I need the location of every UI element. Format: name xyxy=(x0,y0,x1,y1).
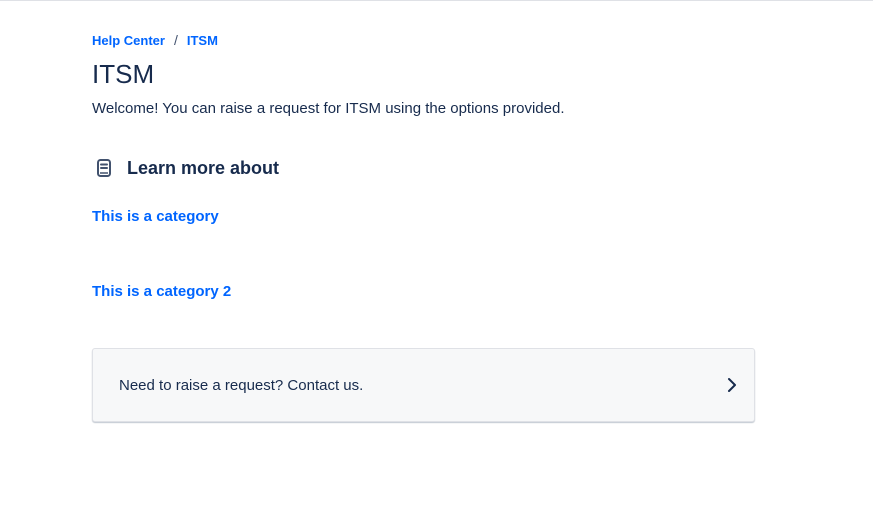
learn-more-header: Learn more about xyxy=(92,156,279,180)
chevron-right-icon xyxy=(726,377,738,393)
breadcrumb-separator: / xyxy=(173,32,178,48)
breadcrumb: Help Center / ITSM xyxy=(92,32,218,48)
category-link[interactable]: This is a category xyxy=(92,208,219,225)
breadcrumb-itsm[interactable]: ITSM xyxy=(187,33,218,48)
contact-us-label: Need to raise a request? Contact us. xyxy=(119,376,364,394)
book-icon xyxy=(92,156,118,180)
page-title: ITSM xyxy=(92,59,155,89)
contact-us-card[interactable]: Need to raise a request? Contact us. xyxy=(92,348,755,422)
top-divider xyxy=(0,0,873,1)
breadcrumb-help-center[interactable]: Help Center xyxy=(92,33,165,48)
category-link[interactable]: This is a category 2 xyxy=(92,283,231,300)
section-title: Learn more about xyxy=(127,157,280,178)
welcome-message: Welcome! You can raise a request for ITS… xyxy=(92,100,565,117)
